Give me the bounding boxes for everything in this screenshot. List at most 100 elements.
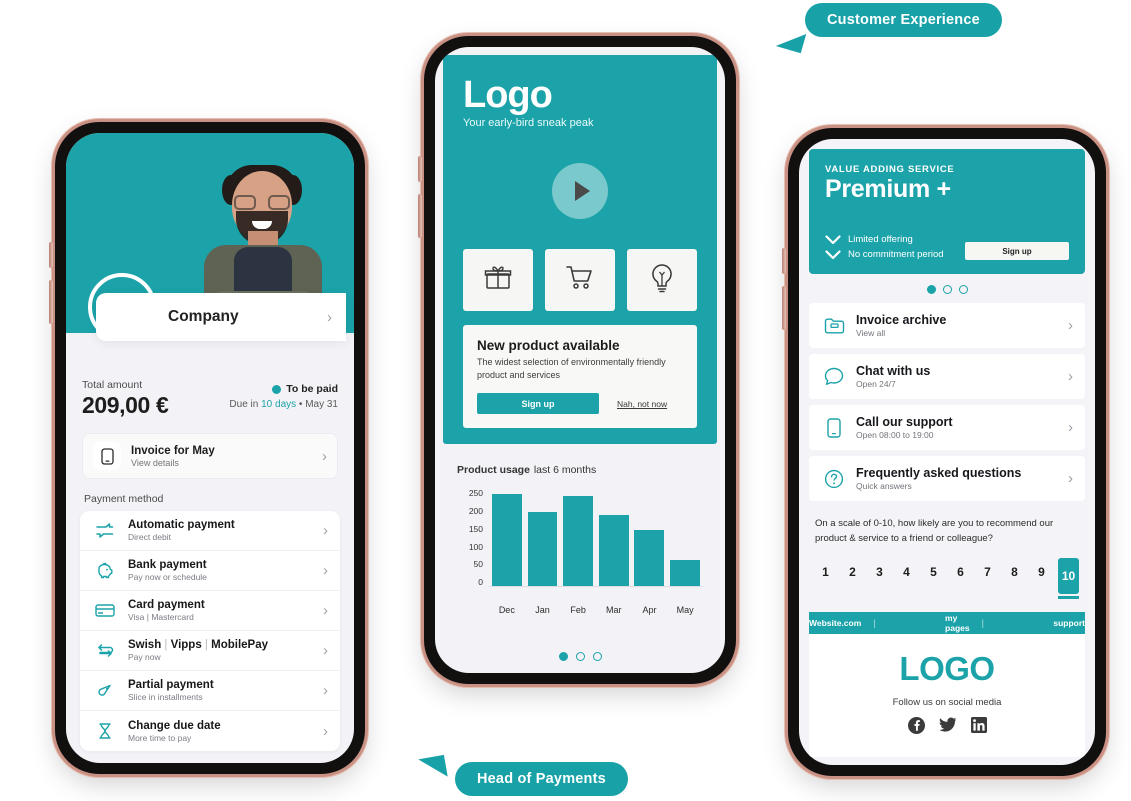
auto-payment-icon (94, 522, 116, 539)
nps-option-5[interactable]: 5 (923, 558, 944, 586)
premium-kicker: VALUE ADDING SERVICE (825, 164, 955, 175)
chevron-right-icon: › (1068, 470, 1073, 488)
customer-experience-label: Customer Experience (805, 3, 1002, 37)
payment-method-title: Swish | Vipps | MobilePay (128, 639, 269, 651)
phone-mockup-support: VALUE ADDING SERVICE Premium + Limited o… (782, 128, 1106, 776)
nps-option-10[interactable]: 10 (1058, 557, 1079, 599)
nps-option-8[interactable]: 8 (1004, 558, 1025, 586)
nps-option-6[interactable]: 6 (950, 558, 971, 586)
hourglass-icon (94, 722, 116, 740)
support-row-faq[interactable]: Frequently asked questions Quick answers… (809, 456, 1085, 502)
promo-signup-button[interactable]: Sign up (477, 393, 599, 415)
payment-method-partial[interactable]: Partial payment Slice in installments › (80, 671, 340, 711)
support-row-title: Call our support (856, 415, 953, 430)
chevron-right-icon: › (322, 447, 327, 465)
nps-option-3[interactable]: 3 (869, 558, 890, 586)
due-date-text: Due in 10 days • May 31 (229, 399, 338, 410)
chart-ytick: 200 (468, 505, 483, 516)
payment-method-sub: Pay now or schedule (128, 572, 207, 582)
linkedin-icon[interactable] (970, 716, 987, 739)
chart-bar-column (634, 488, 665, 587)
footer-link-support[interactable]: support (1053, 618, 1085, 628)
invoice-sub: View details (131, 457, 179, 468)
carousel-dot-3[interactable] (592, 652, 602, 661)
nps-option-7[interactable]: 7 (977, 558, 998, 586)
nps-option-4[interactable]: 4 (896, 558, 917, 586)
phone-mockup-product: Logo Your early-bird sneak peak New prod… (418, 36, 736, 684)
premium-hero: VALUE ADDING SERVICE Premium + Limited o… (809, 149, 1085, 275)
swap-arrows-icon (94, 642, 116, 659)
phone3-screen: VALUE ADDING SERVICE Premium + Limited o… (799, 139, 1095, 765)
chat-bubble-icon (823, 367, 845, 386)
status-label: To be paid (286, 383, 338, 395)
carousel-dot-2[interactable] (942, 285, 952, 295)
payment-method-sub: More time to pay (128, 732, 192, 743)
carousel-dot-2[interactable] (575, 652, 585, 661)
pie-slice-icon (94, 682, 116, 700)
nps-scale: 1 2 3 4 5 6 7 8 9 10 (815, 557, 1079, 599)
total-amount-value: 209,00 € (82, 392, 169, 418)
promo-title: New product available (477, 338, 620, 354)
payment-method-sub: Slice in installments (128, 692, 203, 702)
payment-method-title: Automatic payment (128, 519, 235, 531)
carousel-dot-1[interactable] (558, 652, 568, 661)
chevron-right-icon: › (1068, 419, 1073, 437)
support-row-chat[interactable]: Chat with us Open 24/7 › (809, 354, 1085, 400)
chart-x-axis: Dec Jan Feb Mar Apr May (489, 605, 703, 615)
tile-idea[interactable] (627, 249, 697, 312)
invoice-row[interactable]: Invoice for May View details › (82, 433, 338, 479)
payment-method-change-due-date[interactable]: Change due date More time to pay › (80, 711, 340, 751)
folder-icon (823, 317, 845, 334)
nps-option-9[interactable]: 9 (1031, 558, 1052, 586)
payment-method-automatic[interactable]: Automatic payment Direct debit › (80, 511, 340, 551)
footer-link-my-pages[interactable]: my pages (945, 613, 970, 633)
chart-bar (527, 511, 558, 587)
social-links (907, 716, 987, 739)
chart-title: Product usage last 6 months (457, 464, 597, 477)
chart-bar (563, 496, 594, 587)
support-row-sub: Quick answers (856, 481, 912, 492)
nps-option-1[interactable]: 1 (815, 558, 836, 586)
footer-link-website[interactable]: Website.com (809, 618, 861, 628)
company-card[interactable]: Company › (96, 293, 346, 341)
chart-bar-column (598, 488, 629, 587)
premium-feature-item: Limited offering (825, 234, 944, 245)
support-row-call[interactable]: Call our support Open 08:00 to 19:00 › (809, 405, 1085, 451)
payment-method-label: Payment method (84, 493, 164, 505)
payment-method-card[interactable]: Card payment Visa | Mastercard › (80, 591, 340, 631)
carousel-dot-1[interactable] (926, 285, 936, 295)
phone1-screen: Company › Total amount 209,00 € To be pa… (66, 133, 354, 763)
chart-bar (598, 515, 629, 587)
question-mark-icon (823, 469, 845, 489)
phone-mockup-billing: Company › Total amount 209,00 € To be pa… (49, 122, 365, 774)
premium-signup-button[interactable]: Sign up (965, 242, 1069, 261)
payment-method-title: Partial payment (128, 679, 214, 691)
premium-title: Premium + (825, 175, 951, 203)
nps-option-2[interactable]: 2 (842, 558, 863, 586)
quick-tiles (463, 249, 697, 312)
facebook-icon[interactable] (907, 716, 925, 739)
payment-method-swish[interactable]: Swish | Vipps | MobilePay Pay now › (80, 631, 340, 671)
chart-y-axis: 250 200 150 100 50 0 (457, 488, 483, 600)
chart-xtick: May (676, 605, 694, 616)
chart-xtick: Dec (498, 605, 515, 616)
lightbulb-icon (649, 263, 675, 298)
chart-xtick: Apr (642, 605, 657, 616)
phone1-content: Total amount 209,00 € To be paid Due in … (66, 333, 354, 751)
promo-dismiss-link[interactable]: Nah, not now (617, 399, 667, 409)
payment-method-bank[interactable]: Bank payment Pay now or schedule › (80, 551, 340, 591)
support-row-sub: View all (856, 328, 886, 339)
twitter-icon[interactable] (938, 717, 957, 739)
payment-method-title: Change due date (128, 719, 221, 732)
support-row-invoice-archive[interactable]: Invoice archive View all › (809, 303, 1085, 349)
promo-card: New product available The widest selecti… (463, 325, 697, 429)
chart-plot (489, 488, 703, 588)
tile-gift[interactable] (463, 249, 533, 312)
carousel-dot-3[interactable] (958, 285, 968, 295)
support-row-title: Invoice archive (856, 313, 947, 328)
chevron-right-icon: › (323, 522, 328, 539)
promo-body: The widest selection of environmentally … (477, 357, 666, 381)
tile-cart[interactable] (545, 249, 615, 312)
brand-tagline: Your early-bird sneak peak (463, 117, 594, 130)
play-button-icon[interactable] (552, 163, 608, 220)
